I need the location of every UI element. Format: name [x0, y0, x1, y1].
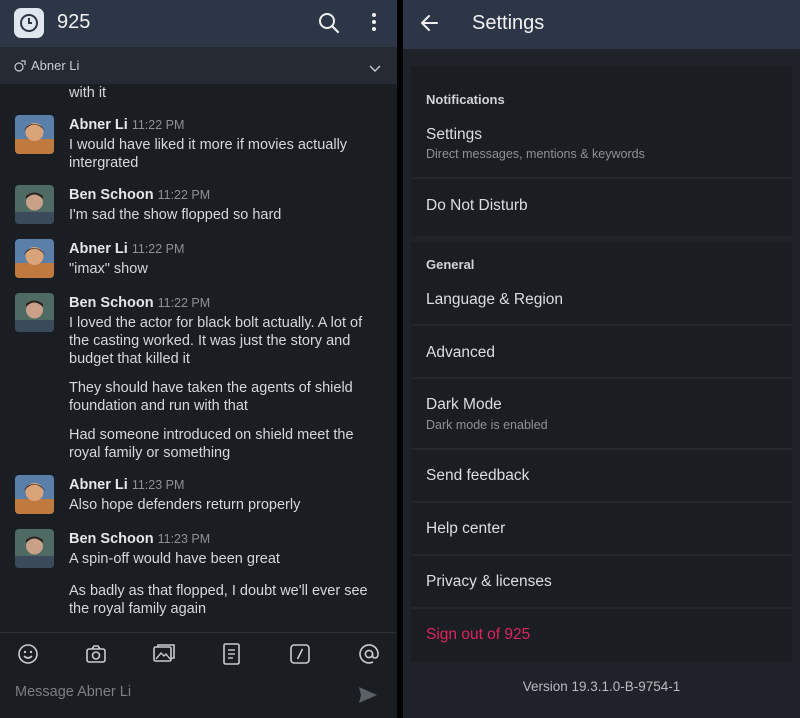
emoji-icon[interactable] — [15, 641, 41, 667]
conversation-panel: 925 Abner Li with it Abner Li 11:22 PM I … — [0, 0, 397, 718]
slash-command-icon[interactable] — [287, 641, 313, 667]
divider — [411, 177, 792, 179]
avatar[interactable] — [15, 115, 54, 154]
send-icon[interactable] — [357, 685, 379, 705]
divider — [411, 501, 792, 503]
divider — [411, 324, 792, 326]
settings-panel: Settings Notifications Settings Direct m… — [403, 0, 800, 718]
message-author[interactable]: Ben Schoon — [69, 295, 154, 311]
message-author-line: Ben Schoon 11:22 PM — [69, 294, 210, 312]
message-text: Also hope defenders return properly — [69, 497, 301, 513]
avatar[interactable] — [15, 293, 54, 332]
avatar[interactable] — [15, 239, 54, 278]
message-author-line: Ben Schoon 11:22 PM — [69, 186, 210, 204]
settings-header: Settings — [403, 0, 800, 49]
divider — [411, 377, 792, 379]
section-heading-general: General — [426, 257, 475, 272]
setting-advanced[interactable]: Advanced — [426, 344, 495, 362]
message-author-line: Abner Li 11:23 PM — [69, 476, 184, 494]
avatar[interactable] — [15, 185, 54, 224]
message-text: I'm sad the show flopped so hard — [69, 207, 282, 223]
avatar[interactable] — [15, 475, 54, 514]
camera-icon[interactable] — [83, 641, 109, 667]
divider — [411, 554, 792, 556]
more-options-icon[interactable] — [362, 11, 386, 35]
workspace-title: 925 — [57, 11, 91, 33]
version-label: Version 19.3.1.0-B-9754-1 — [522, 679, 681, 694]
message-author-line: Abner Li 11:22 PM — [69, 116, 184, 134]
message-time: 11:22 PM — [131, 118, 185, 132]
mention-icon[interactable] — [356, 641, 382, 667]
message-time: 11:22 PM — [157, 188, 211, 202]
message-time: 11:22 PM — [131, 242, 185, 256]
setting-send-feedback[interactable]: Send feedback — [426, 467, 529, 485]
search-icon[interactable] — [317, 11, 341, 35]
setting-notifications-title[interactable]: Settings — [426, 126, 482, 144]
setting-language-region[interactable]: Language & Region — [426, 291, 563, 309]
message-time: 11:22 PM — [157, 296, 211, 310]
message-time: 11:23 PM — [131, 478, 185, 492]
avatar[interactable] — [15, 529, 54, 568]
message-text: A spin-off would have been great — [69, 551, 280, 567]
message-text: As badly as that flopped, I doubt we'll … — [69, 583, 368, 617]
workspace-icon[interactable] — [14, 8, 44, 38]
back-arrow-icon[interactable] — [419, 12, 441, 34]
setting-notifications-subtitle: Direct messages, mentions & keywords — [426, 147, 645, 161]
setting-privacy-licenses[interactable]: Privacy & licenses — [426, 573, 552, 591]
message-time: 11:23 PM — [157, 532, 211, 546]
setting-do-not-disturb[interactable]: Do Not Disturb — [426, 197, 528, 215]
sign-out-button[interactable]: Sign out of 925 — [426, 626, 530, 644]
section-heading-notifications: Notifications — [426, 92, 505, 107]
setting-help-center[interactable]: Help center — [426, 520, 505, 538]
message-input[interactable] — [15, 684, 335, 700]
gallery-icon[interactable] — [151, 641, 177, 667]
user-status-icon — [14, 59, 26, 72]
divider — [411, 607, 792, 609]
divider — [411, 448, 792, 450]
message-author[interactable]: Abner Li — [69, 241, 128, 257]
message-author[interactable]: Ben Schoon — [69, 531, 154, 547]
message-author-line: Ben Schoon 11:23 PM — [69, 530, 210, 548]
setting-dark-mode[interactable]: Dark Mode — [426, 396, 502, 414]
message-continuation: with it — [69, 85, 107, 101]
setting-dark-mode-subtitle: Dark mode is enabled — [426, 418, 548, 432]
conversation-subheader[interactable]: Abner Li — [0, 47, 397, 84]
message-text: I would have liked it more if movies act… — [69, 137, 348, 171]
message-author-line: Abner Li 11:22 PM — [69, 240, 184, 258]
files-icon[interactable] — [219, 641, 245, 667]
message-text: "imax" show — [69, 261, 148, 277]
message-text: I loved the actor for black bolt actuall… — [69, 315, 363, 367]
conversation-header: 925 — [0, 0, 397, 47]
message-author[interactable]: Ben Schoon — [69, 187, 154, 203]
message-author[interactable]: Abner Li — [69, 117, 128, 133]
message-author[interactable]: Abner Li — [69, 477, 128, 493]
message-text: They should have taken the agents of shi… — [69, 380, 353, 414]
message-text: Had someone introduced on shield meet th… — [69, 427, 354, 461]
page-title: Settings — [472, 12, 545, 34]
message-composer — [0, 632, 397, 718]
conversation-user-name: Abner Li — [31, 58, 80, 73]
chevron-down-icon[interactable] — [368, 61, 382, 72]
